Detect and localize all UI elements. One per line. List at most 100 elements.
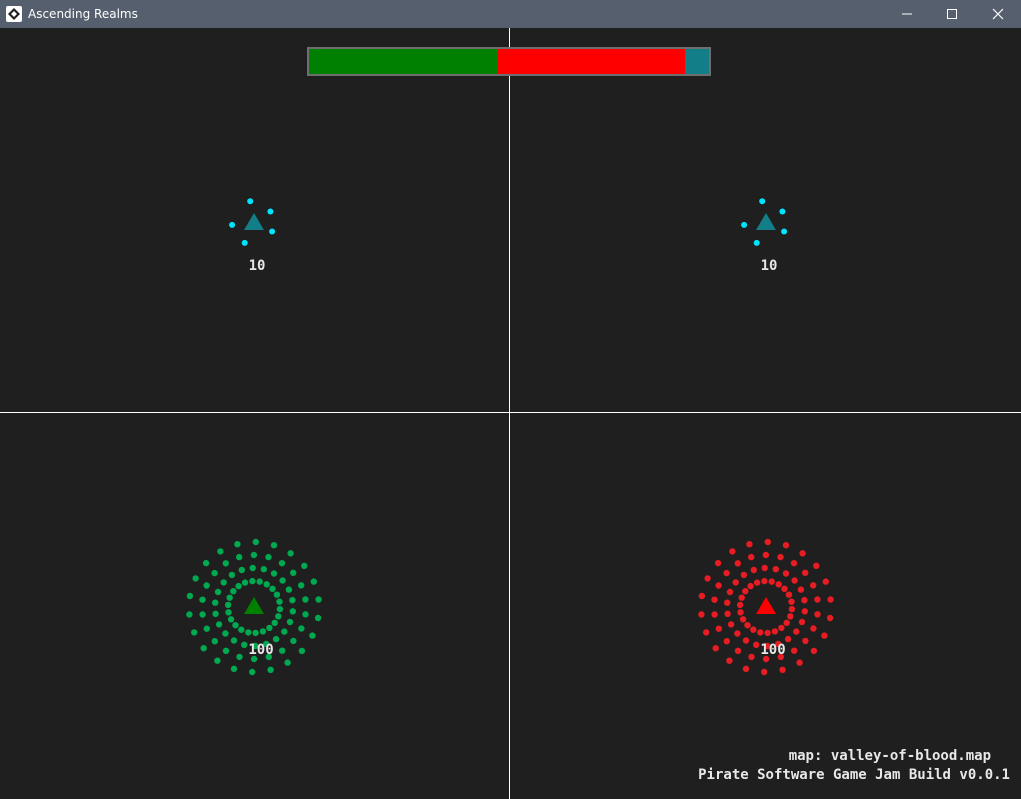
unit-dot [199, 611, 206, 618]
unit-dot [314, 614, 322, 622]
unit-dot [748, 553, 755, 561]
unit-dot [256, 578, 263, 585]
unit-dot [814, 596, 821, 603]
unit-dot [822, 578, 829, 585]
unit-dot [230, 665, 238, 672]
unit-dot [249, 577, 256, 585]
unit-dot [309, 632, 316, 639]
unit-dot [734, 560, 741, 567]
unit-dot [249, 668, 256, 676]
unit-dot [762, 551, 770, 559]
unit-dot [285, 586, 293, 593]
unit-dot [788, 598, 795, 605]
maximize-button[interactable] [929, 0, 975, 28]
unit-dot [214, 588, 222, 596]
unit-dot [252, 538, 259, 546]
unit-dot [224, 601, 232, 609]
minimize-icon [902, 13, 912, 15]
unit-dot [714, 559, 722, 567]
unit-dot [191, 629, 198, 636]
close-button[interactable] [975, 0, 1021, 28]
unit-dot [301, 562, 308, 569]
unit-dot [753, 239, 760, 246]
unit-dot [302, 611, 309, 618]
unit-dot [232, 622, 239, 629]
unit-dot [826, 614, 834, 622]
close-icon [992, 8, 1004, 20]
maximize-icon [947, 9, 957, 19]
unit-dot [202, 559, 210, 567]
unit-dot [711, 596, 718, 603]
unit-dot [791, 577, 798, 584]
unit-dot [775, 581, 782, 588]
unit-dot [747, 582, 754, 590]
unit-dot [746, 541, 753, 548]
unit-dot [203, 625, 210, 632]
unit-dot [698, 592, 706, 600]
unit-dot [772, 566, 779, 573]
unit-dot [270, 570, 278, 577]
unit-dot [247, 198, 254, 205]
build-version-label: Pirate Software Game Jam Build v0.0.1 [698, 767, 1010, 783]
unit-dot [298, 625, 305, 632]
base-triangle-top-left[interactable] [244, 213, 264, 230]
unit-dot [793, 628, 800, 635]
unit-dot [271, 619, 278, 626]
unit-dot [711, 611, 718, 618]
unit-dot [802, 569, 809, 576]
unit-dot [252, 629, 259, 637]
unit-dot [238, 626, 245, 633]
unit-dot [750, 626, 757, 633]
unit-dot [289, 608, 296, 615]
unit-count-bottom-left: 100 [248, 642, 274, 658]
unit-dot [203, 582, 210, 589]
unit-dot [787, 613, 794, 620]
unit-dot [715, 625, 722, 632]
unit-dot [259, 628, 267, 635]
unit-dot [821, 632, 828, 639]
window-title: Ascending Realms [28, 7, 138, 21]
unit-dot [801, 608, 808, 615]
unit-dot [186, 592, 194, 600]
minimize-button[interactable] [884, 0, 930, 28]
unit-dot [267, 666, 274, 673]
unit-dot [270, 542, 278, 549]
base-triangle-bottom-left[interactable] [244, 597, 264, 614]
unit-dot [796, 659, 803, 666]
base-triangle-bottom-right[interactable] [756, 597, 776, 614]
unit-dot [715, 582, 722, 589]
unit-dot [750, 566, 757, 574]
unit-dot [229, 221, 236, 228]
unit-dot [212, 610, 219, 617]
unit-dot [287, 550, 294, 557]
game-viewport[interactable]: 10 10 100 100 map: valley-of-blood.map P… [0, 28, 1021, 799]
unit-dot [761, 577, 768, 585]
unit-dot [798, 618, 806, 626]
unit-dot [764, 629, 771, 637]
unit-dot [315, 596, 322, 603]
unit-dot [228, 571, 236, 579]
unit-dot [230, 588, 237, 595]
unit-dot [761, 564, 768, 572]
unit-dot [753, 579, 761, 586]
unit-dot [741, 221, 748, 228]
unit-dot [266, 624, 273, 632]
unit-dot [810, 582, 817, 589]
unit-dot [273, 591, 281, 598]
unit-dot [234, 541, 241, 548]
unit-dot [241, 239, 248, 246]
unit-dot [778, 624, 785, 632]
unit-dot [276, 605, 284, 613]
unit-dot [215, 621, 223, 628]
base-triangle-top-right[interactable] [756, 213, 776, 230]
unit-dot [740, 571, 748, 579]
unit-dot [220, 579, 227, 586]
unit-dot [726, 657, 733, 664]
unit-dot [281, 628, 288, 635]
unit-dot [249, 564, 256, 572]
unit-count-bottom-right: 100 [760, 642, 786, 658]
unit-dot [726, 588, 734, 596]
unit-dot [260, 566, 267, 573]
unit-dot [698, 611, 705, 618]
unit-dot [737, 609, 744, 616]
